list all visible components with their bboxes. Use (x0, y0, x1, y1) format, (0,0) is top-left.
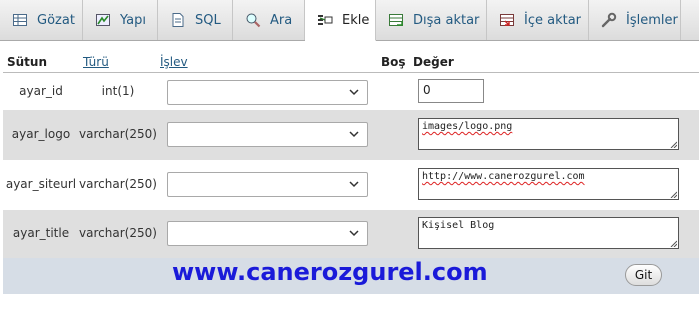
tab-label: Dışa aktar (413, 12, 480, 28)
header-type[interactable]: Türü (83, 55, 109, 69)
tab-label: Ekle (342, 12, 370, 28)
tab-bar: Gözat Yapı SQL Ara Ekle Dışa aktar İçe a… (0, 0, 699, 41)
value-textarea-text: http://www.canerozgurel.com (422, 171, 585, 182)
tab-label: SQL (195, 12, 221, 28)
table-row: ayar_siteurl varchar(250) http://www.can… (3, 160, 699, 210)
resize-grip-icon[interactable] (670, 191, 677, 198)
value-textarea[interactable]: Kişisel Blog (418, 217, 679, 249)
tab-label: İçe aktar (524, 12, 582, 28)
header-divider (3, 72, 699, 73)
structure-icon (95, 12, 111, 28)
function-select[interactable] (167, 80, 368, 105)
function-select[interactable] (167, 221, 368, 246)
header-function[interactable]: İşlev (160, 55, 188, 69)
table-row: ayar_id int(1) 0 (3, 74, 699, 110)
column-type: varchar(250) (79, 226, 157, 240)
header-value: Değer (413, 55, 454, 69)
tab-import[interactable]: İçe aktar (487, 0, 589, 40)
tab-sql[interactable]: SQL (158, 0, 233, 40)
function-select[interactable] (167, 122, 368, 147)
tab-search[interactable]: Ara (233, 0, 305, 40)
wrench-icon (601, 12, 617, 28)
value-input[interactable]: 0 (418, 79, 484, 103)
import-icon (499, 12, 515, 28)
value-textarea[interactable]: images/logo.png (418, 118, 679, 150)
go-button[interactable]: Git (625, 264, 662, 286)
tab-label: Ara (270, 12, 293, 28)
column-name: ayar_title (12, 226, 70, 240)
column-type: varchar(250) (79, 127, 157, 141)
insert-icon (317, 12, 333, 28)
value-textarea-text: Kişisel Blog (422, 220, 495, 231)
value-textarea[interactable]: http://www.canerozgurel.com (418, 168, 679, 200)
chevron-down-icon (349, 230, 359, 237)
tab-label: Gözat (37, 12, 75, 28)
table-row: ayar_title varchar(250) Kişisel Blog (3, 210, 699, 258)
column-name: ayar_id (19, 84, 63, 98)
tab-label: Yapı (120, 12, 146, 28)
value-textarea-text: images/logo.png (422, 121, 513, 132)
column-name: ayar_siteurl (5, 177, 77, 191)
header-null: Boş (381, 55, 406, 69)
watermark-text: www.canerozgurel.com (172, 258, 488, 286)
tab-more[interactable] (681, 0, 699, 40)
tab-export[interactable]: Dışa aktar (376, 0, 487, 40)
header-column: Sütun (7, 55, 48, 69)
sql-icon (170, 12, 186, 28)
tab-operations[interactable]: İşlemler (589, 0, 681, 40)
table-header: Sütun Türü İşlev Boş Değer (3, 55, 699, 71)
column-type: int(1) (101, 84, 135, 98)
tab-structure[interactable]: Yapı (83, 0, 158, 40)
column-name: ayar_logo (11, 127, 71, 141)
function-select[interactable] (167, 172, 368, 197)
browse-icon (12, 12, 28, 28)
value-input-text: 0 (423, 83, 431, 97)
tab-browse[interactable]: Gözat (0, 0, 83, 40)
chevron-down-icon (349, 131, 359, 138)
resize-grip-icon[interactable] (670, 141, 677, 148)
table-row: ayar_logo varchar(250) images/logo.png (3, 110, 699, 160)
tab-label: İşlemler (626, 12, 678, 28)
chevron-down-icon (349, 181, 359, 188)
export-icon (388, 12, 404, 28)
search-icon (245, 12, 261, 28)
form-footer: www.canerozgurel.com Git (3, 258, 699, 294)
chevron-down-icon (349, 89, 359, 96)
resize-grip-icon[interactable] (670, 240, 677, 247)
tab-insert[interactable]: Ekle (305, 0, 376, 41)
column-type: varchar(250) (79, 177, 157, 191)
